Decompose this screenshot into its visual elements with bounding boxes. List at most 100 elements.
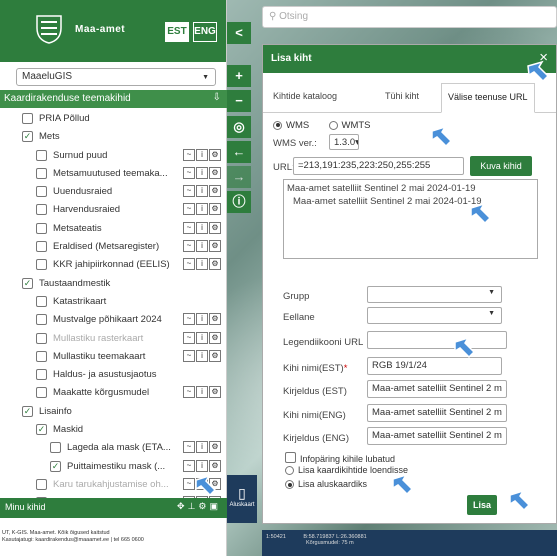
settings-icon[interactable]: ⚙: [209, 258, 221, 271]
opacity-icon[interactable]: ~: [183, 313, 195, 326]
load-layers-button[interactable]: Kuva kihid: [470, 156, 532, 176]
layer-row[interactable]: Metsamuutused teemaka... ~ i ⚙: [0, 165, 227, 183]
layer-checkbox[interactable]: [36, 241, 47, 253]
layer-checkbox[interactable]: [36, 387, 47, 399]
opacity-icon[interactable]: ~: [183, 240, 195, 253]
layer-checkbox[interactable]: [36, 295, 47, 307]
group-select[interactable]: ▼: [367, 286, 502, 303]
collapse-sidebar-button[interactable]: <: [227, 22, 251, 44]
info-icon[interactable]: i: [196, 185, 208, 198]
layer-row[interactable]: Uuendusraied ~ i ⚙: [0, 183, 227, 201]
layer-checkbox[interactable]: ✓: [36, 424, 47, 436]
layer-row[interactable]: PRIA Põllud: [0, 110, 227, 128]
layer-checkbox[interactable]: ✓: [22, 277, 33, 289]
settings-icon[interactable]: ⚙: [209, 240, 221, 253]
settings-icon[interactable]: ⚙: [209, 203, 221, 216]
layer-row[interactable]: Maakatte kõrgusmudel ~ i ⚙: [0, 384, 227, 402]
settings-icon[interactable]: ⚙: [209, 459, 221, 472]
layer-row[interactable]: KKR jahipiirkonnad (EELIS) ~ i ⚙: [0, 256, 227, 274]
tab-empty-layer[interactable]: Tühi kiht: [385, 91, 419, 101]
layer-checkbox[interactable]: ✓: [50, 460, 61, 472]
settings-icon[interactable]: ⚙: [209, 313, 221, 326]
opacity-icon[interactable]: ~: [183, 386, 195, 399]
back-button[interactable]: ←: [227, 141, 251, 163]
layer-checkbox[interactable]: [36, 149, 47, 161]
legend-url-input[interactable]: [367, 331, 507, 349]
opacity-icon[interactable]: ~: [183, 441, 195, 454]
settings-icon[interactable]: ⚙: [209, 349, 221, 362]
info-icon[interactable]: i: [196, 441, 208, 454]
layer-row[interactable]: ✓ Puittaimestiku mask (... ~ i ⚙: [0, 458, 227, 476]
radio-wms[interactable]: [273, 120, 282, 130]
layer-checkbox[interactable]: ✓: [22, 405, 33, 417]
settings-icon[interactable]: ⚙: [209, 331, 221, 344]
settings-icon[interactable]: ⚙: [209, 386, 221, 399]
layer-row[interactable]: ✓ Lisainfo: [0, 403, 227, 421]
layer-row[interactable]: Mullastiku teemakaart ~ i ⚙: [0, 348, 227, 366]
settings-icon[interactable]: ⚙: [209, 441, 221, 454]
basemap-option[interactable]: Lisa aluskaardiks: [285, 479, 367, 490]
layers-list[interactable]: Maa-amet satelliit Sentinel 2 mai 2024-0…: [283, 179, 538, 259]
layer-row[interactable]: Metsateatis ~ i ⚙: [0, 220, 227, 238]
zoom-in-button[interactable]: +: [227, 65, 251, 87]
layer-checkbox[interactable]: [36, 314, 47, 326]
layer-checkbox[interactable]: [36, 222, 47, 234]
layer-checkbox[interactable]: [22, 113, 33, 124]
name-eng-input[interactable]: Maa-amet satelliit Sentinel 2 m: [367, 404, 507, 422]
layer-row[interactable]: Harvendusraied ~ i ⚙: [0, 201, 227, 219]
layer-checkbox[interactable]: [36, 350, 47, 362]
layer-row[interactable]: ✓ Mets: [0, 128, 227, 146]
layer-checkbox[interactable]: [36, 369, 47, 381]
radio-overlay[interactable]: [285, 466, 294, 476]
info-icon[interactable]: i: [196, 349, 208, 362]
layer-checkbox[interactable]: [36, 478, 47, 490]
search-input[interactable]: ⚲ Otsing: [262, 6, 557, 28]
info-icon[interactable]: i: [196, 331, 208, 344]
opacity-icon[interactable]: ~: [183, 148, 195, 161]
desc-est-input[interactable]: Maa-amet satelliit Sentinel 2 m: [367, 380, 507, 398]
layer-row[interactable]: Haldus- ja asustusjaotus: [0, 366, 227, 384]
app-select[interactable]: MaaeluGIS ▼: [16, 68, 216, 86]
layer-row[interactable]: Mustvalge põhikaart 2024 ~ i ⚙: [0, 311, 227, 329]
layer-row[interactable]: Surnud puud ~ i ⚙: [0, 147, 227, 165]
opacity-icon[interactable]: ~: [183, 258, 195, 271]
layer-row[interactable]: Katastrikaart: [0, 293, 227, 311]
zoom-out-button[interactable]: −: [227, 90, 251, 112]
settings-icon[interactable]: ⚙: [209, 221, 221, 234]
layer-row[interactable]: ✓ Maskid: [0, 421, 227, 439]
my-layers-bar[interactable]: Minu kihid ✥⊥⚙▣: [0, 498, 227, 518]
info-icon[interactable]: i: [196, 459, 208, 472]
layer-checkbox[interactable]: [36, 332, 47, 344]
name-est-input[interactable]: RGB 19/1/24: [367, 357, 502, 375]
basemap-switcher[interactable]: ▯ Aluskaart: [227, 475, 257, 523]
tab-catalog[interactable]: Kihtide kataloog: [273, 91, 337, 101]
parent-select[interactable]: ▼: [367, 307, 502, 324]
info-query-option[interactable]: Infopäring kihile lubatud: [285, 451, 395, 464]
opacity-icon[interactable]: ~: [183, 185, 195, 198]
opacity-icon[interactable]: ~: [183, 221, 195, 234]
collapse-icon[interactable]: ⇩: [213, 92, 221, 103]
layer-row[interactable]: Karu tarukahjustamise oh... ~ i ⚙: [0, 476, 227, 494]
info-icon[interactable]: i: [196, 203, 208, 216]
locate-button[interactable]: ◎: [227, 116, 251, 138]
wms-version-select[interactable]: 1.3.0▾: [329, 134, 359, 150]
url-input[interactable]: =213,191:235,223:250,255:255: [293, 157, 464, 175]
lang-est-button[interactable]: EST: [165, 22, 189, 42]
settings-icon[interactable]: ⚙: [209, 185, 221, 198]
opacity-icon[interactable]: ~: [183, 477, 195, 490]
info-icon[interactable]: i: [196, 258, 208, 271]
info-icon[interactable]: i: [196, 240, 208, 253]
layer-row[interactable]: ✓ Taustaandmestik: [0, 275, 227, 293]
layer-checkbox[interactable]: [36, 204, 47, 216]
layer-option[interactable]: Maa-amet satelliit Sentinel 2 mai 2024-0…: [287, 183, 534, 194]
add-button[interactable]: Lisa: [467, 495, 497, 515]
settings-icon[interactable]: ⚙: [209, 148, 221, 161]
radio-wmts[interactable]: [328, 120, 338, 130]
info-icon[interactable]: i: [196, 166, 208, 179]
opacity-icon[interactable]: ~: [183, 203, 195, 216]
layer-checkbox[interactable]: [36, 186, 47, 198]
forward-button[interactable]: →: [227, 166, 251, 188]
settings-icon[interactable]: ⚙: [209, 477, 221, 490]
info-icon[interactable]: i: [196, 386, 208, 399]
layer-row[interactable]: Lageda ala mask (ETA... ~ i ⚙: [0, 439, 227, 457]
